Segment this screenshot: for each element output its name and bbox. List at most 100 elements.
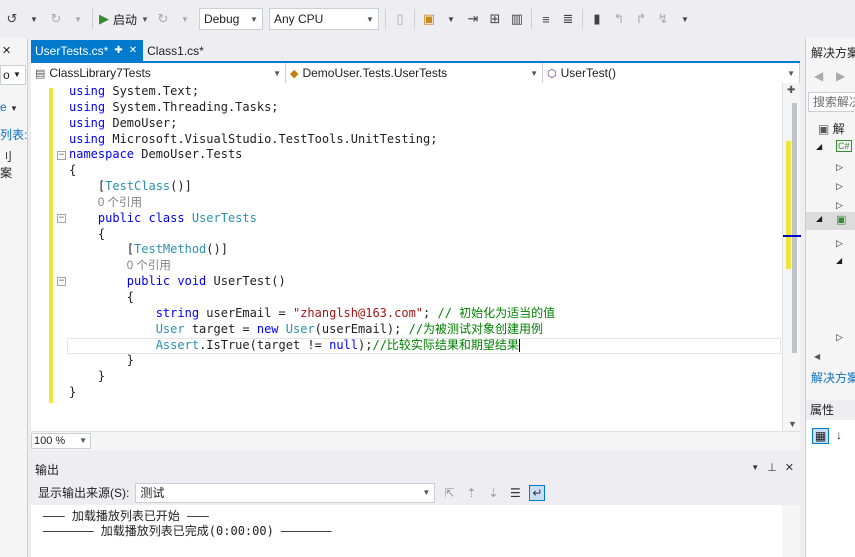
chevron-down-icon[interactable]: ▼ <box>141 15 149 24</box>
expand-icon[interactable]: ▷ <box>836 200 843 211</box>
expand-icon[interactable]: ▷ <box>836 238 843 249</box>
back-icon[interactable]: ◀ <box>814 69 823 83</box>
caret-position-marker <box>783 235 801 237</box>
code-editor[interactable]: − − − using System.Text; using System.Th… <box>31 83 801 431</box>
project-dropdown[interactable]: ▤ ClassLibrary7Tests ▼ <box>31 63 286 83</box>
expand-icon[interactable]: ◢ <box>836 256 842 265</box>
forward-icon[interactable]: ▶ <box>836 69 845 83</box>
tab-class1[interactable]: Class1.cs* <box>143 40 210 61</box>
toolbar-separator <box>581 9 583 29</box>
solution-explorer-link[interactable]: 解决方案 <box>811 369 855 386</box>
prev-message-icon[interactable]: ⇡ <box>463 486 479 500</box>
keyword: string <box>155 305 200 320</box>
tab-label: UserTests.cs* <box>35 43 109 58</box>
code-text: userEmail = <box>199 305 293 320</box>
reference-count-link[interactable]: 0 个引用 <box>127 260 171 272</box>
output-vertical-scrollbar[interactable] <box>782 505 800 557</box>
platform-select[interactable]: Any CPU ▼ <box>268 8 379 30</box>
method-icon: ⬡ <box>547 67 557 80</box>
change-bar <box>49 88 53 403</box>
output-source-select[interactable]: 测试 ▼ <box>135 482 436 503</box>
selected-tree-item[interactable]: ◢ ▣ <box>806 212 855 230</box>
scroll-thumb[interactable] <box>792 103 797 353</box>
redo-icon[interactable]: ↻ <box>48 11 64 27</box>
output-text-area[interactable]: ——— 加载播放列表已开始 ——— ——————— 加载播放列表已完成(0:00… <box>31 505 800 557</box>
word-wrap-icon[interactable]: ↵ <box>529 484 546 501</box>
step-icon[interactable]: ⇥ <box>465 11 481 27</box>
refresh-icon[interactable]: ↻ <box>155 11 171 27</box>
next-message-icon[interactable]: ⇣ <box>485 486 501 500</box>
csharp-project-icon[interactable]: C# <box>836 140 852 152</box>
configuration-select[interactable]: Debug ▼ <box>198 8 263 30</box>
code-line: using Microsoft.VisualStudio.TestTools.U… <box>69 132 555 148</box>
pin-icon[interactable]: ✚ <box>114 45 122 56</box>
collapse-icon[interactable]: − <box>57 277 66 286</box>
next-bookmark-icon[interactable]: ↱ <box>633 11 649 27</box>
close-icon[interactable]: ✕ <box>785 461 794 475</box>
code-line: public void UserTest() <box>69 274 555 290</box>
code-line: User target = new User(userEmail); //为被测… <box>69 322 555 338</box>
bookmark-icon[interactable]: ▮ <box>589 11 605 27</box>
categorized-icon[interactable]: ▦ <box>812 428 830 444</box>
pin-icon[interactable]: ⊥ <box>767 461 777 475</box>
uncomment-icon[interactable]: ≣ <box>560 11 576 27</box>
output-window-controls: ▼ ⊥ ✕ <box>751 461 794 475</box>
sort-icon[interactable]: ↓ <box>836 428 842 442</box>
clear-all-icon[interactable]: ☰ <box>507 486 523 500</box>
comment-icon[interactable]: ≡ <box>538 11 554 27</box>
reference-count-link[interactable]: 0 个引用 <box>98 197 142 209</box>
back-icon[interactable]: ↺ <box>4 11 20 27</box>
document-icon[interactable]: ▯ <box>392 11 408 27</box>
chevron-down-icon[interactable]: ▼ <box>443 11 459 27</box>
browse-icon[interactable]: ▣ <box>421 11 437 27</box>
columns-icon[interactable]: ▥ <box>509 11 525 27</box>
left-item[interactable]: 案 <box>0 164 12 181</box>
project-icon: ▤ <box>35 67 46 80</box>
chevron-down-icon[interactable]: ▼ <box>26 11 42 27</box>
find-message-icon[interactable]: ⇱ <box>441 486 457 500</box>
solution-search-input[interactable]: 搜索解决 <box>808 92 855 112</box>
expand-icon[interactable]: ▷ <box>836 332 843 343</box>
zoom-select[interactable]: 100 % ▼ <box>31 433 91 449</box>
chevron-down-icon[interactable]: ▼ <box>70 11 86 27</box>
left-search-box[interactable]: o ▼ <box>0 65 26 85</box>
search-value: o <box>3 68 10 82</box>
clear-bookmarks-icon[interactable]: ↯ <box>655 11 671 27</box>
scroll-left-icon[interactable]: ◀ <box>814 352 820 361</box>
expand-icon[interactable]: ▷ <box>836 181 843 192</box>
navigation-bar: ▤ ClassLibrary7Tests ▼ ◆ DemoUser.Tests.… <box>31 61 800 83</box>
left-item[interactable]: 刂 <box>0 148 12 165</box>
chevron-down-icon: ▼ <box>422 488 431 497</box>
left-link[interactable]: 列表: <box>0 126 27 143</box>
left-item-label: e <box>0 100 7 114</box>
output-source-label: 显示输出来源(S): <box>38 486 130 500</box>
editor-vertical-scrollbar[interactable]: ✚ ▼ <box>782 83 801 431</box>
code-line: 0 个引用 <box>69 195 555 211</box>
prev-bookmark-icon[interactable]: ↰ <box>611 11 627 27</box>
scroll-down-icon[interactable]: ▼ <box>788 419 797 429</box>
editor-horizontal-bar: 100 % ▼ <box>31 431 800 450</box>
chevron-down-icon[interactable]: ▼ <box>677 11 693 27</box>
start-button[interactable]: ▶ 启动 ▼ <box>99 11 149 28</box>
code-line: 0 个引用 <box>69 258 555 274</box>
collapse-icon[interactable]: − <box>57 214 66 223</box>
layout-icon[interactable]: ⊞ <box>487 11 503 27</box>
expand-icon[interactable]: ▷ <box>836 162 843 173</box>
expand-icon[interactable]: ◢ <box>816 142 822 151</box>
member-value: UserTest() <box>560 66 616 80</box>
code-text: System.Threading.Tasks; <box>105 99 279 114</box>
chevron-down-icon[interactable]: ▼ <box>177 11 193 27</box>
code-text: ); <box>358 337 373 352</box>
collapse-icon[interactable]: − <box>57 151 66 160</box>
class-dropdown[interactable]: ◆ DemoUser.Tests.UserTests ▼ <box>286 63 543 83</box>
platform-value: Any CPU <box>273 12 324 26</box>
code-line: } <box>69 369 555 385</box>
member-dropdown[interactable]: ⬡ UserTest() ▼ <box>543 63 800 83</box>
left-item[interactable]: e ▼ <box>0 100 18 114</box>
close-icon[interactable]: ✕ <box>129 45 137 56</box>
solution-node[interactable]: ▣ 解 <box>818 120 845 137</box>
close-icon[interactable]: ✕ <box>2 44 11 57</box>
split-icon[interactable]: ✚ <box>787 85 795 96</box>
tab-usertests[interactable]: UserTests.cs* ✚ ✕ <box>31 40 144 61</box>
dropdown-icon[interactable]: ▼ <box>751 461 759 475</box>
